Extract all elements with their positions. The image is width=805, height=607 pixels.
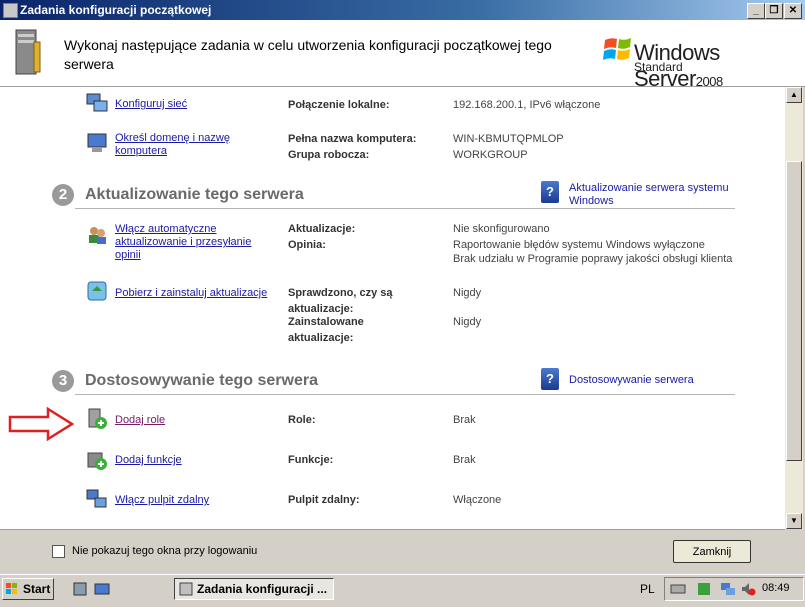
workgroup-value: WORKGROUP [453,149,528,161]
features-value: Brak [453,454,476,466]
feedback-label: Opinia: [288,239,326,251]
windows-update-icon [87,281,107,301]
windows-logo-icon [603,38,631,60]
installed-updates-value: Nigdy [453,316,482,328]
enable-remote-desktop-link[interactable]: Włącz pulpit zdalny [115,494,209,507]
taskbar-task-button[interactable]: Zadania konfiguracji ... [174,578,334,600]
roles-value: Brak [453,414,476,426]
language-indicator[interactable]: PL [640,582,655,596]
users-update-icon [89,227,106,244]
section-2-number: 2 [52,184,74,206]
close-window-button[interactable]: ✕ [784,3,802,19]
windows-flag-icon [6,583,17,594]
download-updates-link[interactable]: Pobierz i zainstaluj aktualizacje [115,287,267,300]
workgroup-label: Grupa robocza: [288,149,370,161]
network-tray-icon[interactable] [720,581,736,597]
installed-updates-label: Zainstalowane aktualizacje: [288,316,364,344]
close-button[interactable]: Zamknij [673,540,751,563]
app-icon [3,3,18,18]
header-banner: Wykonaj następujące zadania w celu utwor… [0,20,805,91]
restore-button[interactable]: ❐ [765,3,783,19]
remote-desktop-icon [86,489,107,508]
section-3-title: Dostosowywanie tego serwera [85,372,318,389]
add-features-link[interactable]: Dodaj funkcje [115,454,182,467]
local-connection-value: 192.168.200.1, IPv6 włączone [453,99,601,111]
full-computer-name-value: WIN-KBMUTQPMLOP [453,133,564,145]
show-desktop-icon[interactable] [94,581,110,597]
help-book-icon: ? [541,368,559,390]
customize-server-help-link[interactable]: Dostosowywanie serwera [569,374,694,387]
checked-updates-label: Sprawdzono, czy są aktualizacje: [288,287,393,315]
dont-show-checkbox-label[interactable]: Nie pokazuj tego okna przy logowaniu [72,545,257,557]
set-domain-name-link[interactable]: Określ domenę i nazwę komputera [115,132,255,158]
features-label: Funkcje: [288,454,334,466]
section-2-title: Aktualizowanie tego serwera [85,186,304,203]
section-3-number: 3 [52,370,74,392]
tasks-panel: Konfiguruj sieć Połączenie lokalne: 192.… [0,87,785,530]
checked-updates-value: Nigdy [453,287,482,299]
feedback-value-2: Brak udziału w Programie poprawy jakości… [453,253,733,265]
roles-label: Role: [288,414,316,426]
server-manager-quicklaunch-icon[interactable] [72,581,88,597]
updates-label: Aktualizacje: [288,223,356,235]
configure-network-link[interactable]: Konfiguruj sieć [115,98,187,111]
section-3-divider [75,394,735,395]
add-roles-link[interactable]: Dodaj role [115,414,165,427]
window-title: Zadania konfiguracji początkowej [20,3,212,17]
brand-edition: Standard [634,60,683,74]
network-icon [86,93,108,112]
full-computer-name-label: Pełna nazwa komputera: [288,133,417,145]
add-roles-icon [88,408,107,429]
add-features-icon [87,452,107,470]
dont-show-checkbox[interactable] [52,545,65,558]
scroll-down-button[interactable]: ▼ [786,513,802,529]
remote-desktop-label: Pulpit zdalny: [288,494,360,506]
keyboard-icon[interactable] [670,581,686,597]
server-tools-icon [15,29,41,75]
title-bar[interactable]: Zadania konfiguracji początkowej _ ❐ ✕ [0,0,805,20]
red-arrow-icon [8,407,74,441]
local-connection-label: Połączenie lokalne: [288,99,390,111]
update-tray-icon[interactable] [696,581,712,597]
updates-value: Nie skonfigurowano [453,223,550,235]
enable-auto-updates-link[interactable]: Włącz automatyczne aktualizowanie i prze… [115,223,280,262]
minimize-button[interactable]: _ [747,3,765,19]
header-title: Wykonaj następujące zadania w celu utwor… [64,37,552,72]
vertical-scrollbar[interactable]: ▲ ▼ [785,87,803,529]
section-2-divider [75,208,735,209]
remote-desktop-value: Włączone [453,494,502,506]
computer-icon [87,133,107,152]
scroll-thumb[interactable] [786,161,802,461]
scroll-up-button[interactable]: ▲ [786,87,802,103]
volume-muted-icon[interactable] [740,581,756,597]
task-window-icon [179,582,193,596]
help-book-icon: ? [541,181,559,203]
windows-update-help-link[interactable]: Aktualizowanie serwera systemu Windows [569,182,739,208]
clock: 08:49 [762,582,790,594]
